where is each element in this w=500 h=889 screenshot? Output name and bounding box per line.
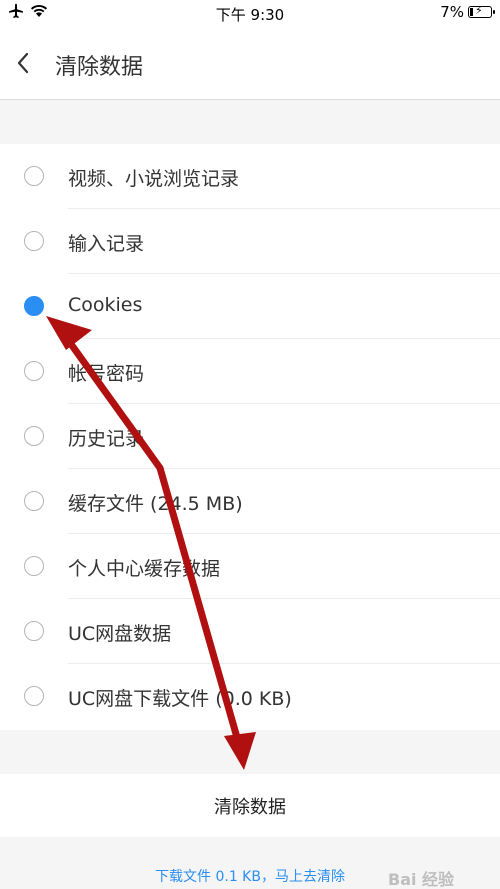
option-label: UC网盘下载文件 (0.0 KB) bbox=[68, 688, 292, 710]
radio-button[interactable] bbox=[24, 426, 44, 446]
status-time: 下午 9:30 bbox=[215, 6, 285, 24]
radio-button[interactable] bbox=[24, 491, 44, 511]
radio-button[interactable] bbox=[24, 361, 44, 381]
radio-button[interactable] bbox=[24, 166, 44, 186]
option-uc-cloud-data[interactable]: UC网盘数据 bbox=[0, 599, 500, 664]
option-browsing-history[interactable]: 历史记录 bbox=[0, 404, 500, 469]
radio-button[interactable] bbox=[24, 686, 44, 706]
radio-button-checked[interactable] bbox=[24, 296, 44, 316]
radio-button[interactable] bbox=[24, 556, 44, 576]
annotation-arrowhead-down bbox=[224, 732, 256, 770]
option-video-novel-history[interactable]: 视频、小说浏览记录 bbox=[0, 144, 500, 209]
battery-icon: ⚡ bbox=[468, 4, 495, 18]
clear-options-list: 视频、小说浏览记录 输入记录 Cookies 帐号密码 历史记录 缓存文件 (2… bbox=[0, 144, 500, 730]
option-input-history[interactable]: 输入记录 bbox=[0, 209, 500, 274]
option-label: 视频、小说浏览记录 bbox=[68, 168, 240, 190]
option-label: 帐号密码 bbox=[68, 363, 145, 385]
page-title: 清除数据 bbox=[55, 55, 144, 80]
option-cache-files[interactable]: 缓存文件 (24.5 MB) bbox=[0, 469, 500, 534]
chevron-left-icon[interactable] bbox=[14, 50, 34, 76]
option-label: 输入记录 bbox=[68, 233, 145, 255]
watermark: Bai 经验 bbox=[388, 870, 455, 889]
option-personal-center-cache[interactable]: 个人中心缓存数据 bbox=[0, 534, 500, 599]
option-account-password[interactable]: 帐号密码 bbox=[0, 339, 500, 404]
status-right: 7% ⚡ bbox=[440, 3, 495, 21]
option-label: 个人中心缓存数据 bbox=[68, 558, 221, 580]
option-cookies[interactable]: Cookies bbox=[0, 274, 500, 339]
radio-button[interactable] bbox=[24, 621, 44, 641]
option-label: 历史记录 bbox=[68, 428, 145, 450]
radio-button[interactable] bbox=[24, 231, 44, 251]
battery-percent: 7% bbox=[440, 3, 464, 21]
option-uc-cloud-downloads[interactable]: UC网盘下载文件 (0.0 KB) bbox=[0, 664, 500, 729]
option-label: Cookies bbox=[68, 294, 143, 316]
clear-data-button[interactable]: 清除数据 bbox=[0, 774, 500, 837]
option-label: 缓存文件 (24.5 MB) bbox=[68, 493, 243, 515]
option-label: UC网盘数据 bbox=[68, 623, 172, 645]
status-bar: 下午 9:30 7% ⚡ bbox=[0, 0, 500, 26]
nav-bar: 清除数据 bbox=[0, 26, 500, 100]
